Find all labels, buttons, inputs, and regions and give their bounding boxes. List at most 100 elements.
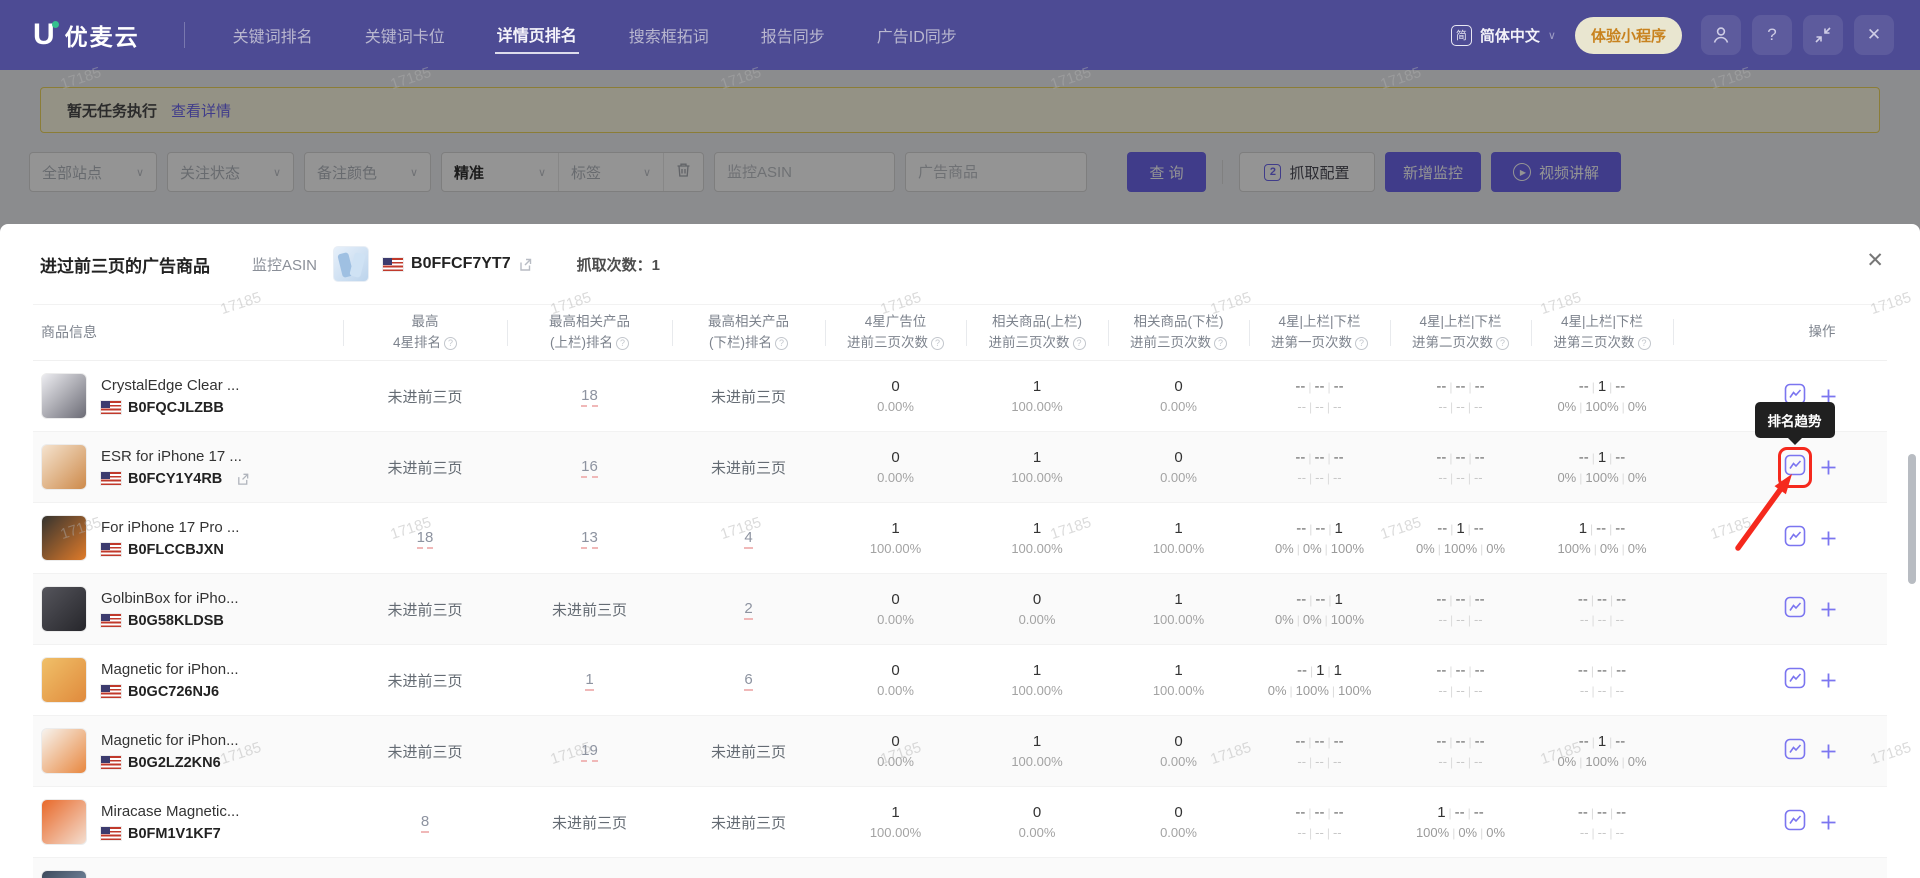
stat-cell: -- | -- | -- -- | -- | -- — [1390, 662, 1531, 698]
count-token: -- — [1436, 378, 1447, 395]
pipe-separator: | — [1309, 471, 1313, 485]
percent-token: 0% — [1557, 470, 1577, 485]
count-token: -- — [1615, 733, 1626, 750]
nav-item-1[interactable]: 关键词排名 — [231, 17, 315, 53]
nav-item-6[interactable]: 广告ID同步 — [875, 17, 959, 53]
rank-link[interactable]: 6 — [744, 671, 753, 691]
info-icon[interactable]: ? — [1214, 336, 1227, 350]
rank-trend-button[interactable]: 排名趋势 — [1754, 401, 1835, 488]
info-icon[interactable]: ? — [931, 336, 944, 350]
rank-trend-button[interactable] — [1784, 809, 1806, 836]
column-header-line1: 4星|上栏|下栏 — [1560, 313, 1644, 329]
count-values: -- | -- | -- — [1390, 449, 1531, 466]
count-token: -- — [1333, 733, 1344, 750]
add-icon[interactable] — [1820, 530, 1837, 547]
count-value: 1 — [1032, 520, 1042, 537]
rank-link[interactable]: 13 — [581, 529, 598, 549]
rank-link[interactable]: 8 — [420, 813, 430, 833]
info-icon[interactable]: ? — [775, 336, 788, 350]
rank-link[interactable]: 2 — [744, 600, 753, 620]
nav-item-4[interactable]: 搜索框拓词 — [627, 17, 711, 53]
nav-item-2[interactable]: 关键词卡位 — [363, 17, 447, 53]
table-row: CrystalEdge Clear ... B0FQCJLZBB 未进前三页 18 未进… — [33, 361, 1887, 432]
info-icon[interactable]: ? — [616, 336, 629, 350]
info-icon[interactable]: ? — [1637, 336, 1651, 350]
pipe-separator: | — [1609, 380, 1613, 394]
nav-item-3[interactable]: 详情页排名 — [494, 16, 579, 54]
rank-link[interactable]: 16 — [581, 458, 598, 478]
add-icon[interactable] — [1820, 672, 1837, 689]
rank-trend-button[interactable] — [1784, 525, 1806, 552]
percent-value: 0.00% — [877, 399, 914, 414]
pipe-separator: | — [1609, 613, 1613, 627]
help-button[interactable]: ? — [1752, 15, 1792, 55]
pipe-separator: | — [1437, 542, 1441, 556]
rank-link[interactable]: 1 — [585, 671, 594, 691]
close-app-button[interactable]: ✕ — [1854, 15, 1894, 55]
stat-cell: 13 — [507, 529, 672, 549]
percent-token: -- — [1297, 754, 1307, 769]
percent-token: 0% — [1302, 612, 1322, 627]
nav-divider — [183, 22, 185, 48]
count-token: -- — [1455, 449, 1466, 466]
external-link-icon[interactable] — [518, 257, 533, 272]
mini-program-button[interactable]: 体验小程序 — [1574, 16, 1682, 54]
rank-link[interactable]: 18 — [581, 387, 598, 407]
external-link-icon[interactable] — [236, 472, 250, 486]
count-token: -- — [1455, 733, 1466, 750]
rank-trend-icon — [1784, 454, 1806, 481]
percent-token: -- — [1597, 825, 1607, 840]
pipe-separator: | — [1324, 613, 1328, 627]
pipe-separator: | — [1327, 806, 1331, 820]
rank-link[interactable]: 18 — [416, 529, 434, 549]
stat-cell: -- | -- | -- -- | -- | -- — [1249, 804, 1390, 840]
scrollbar-thumb[interactable] — [1908, 454, 1916, 584]
percent-values: 0% | 0% | 100% — [1249, 541, 1390, 556]
rank-link[interactable]: 19 — [581, 742, 598, 762]
count-token: -- — [1615, 449, 1626, 466]
rank-trend-button[interactable] — [1784, 596, 1806, 623]
count-token: -- — [1436, 733, 1447, 750]
count-value: 1 — [891, 804, 900, 821]
add-icon[interactable] — [1820, 814, 1837, 831]
nav-item-5[interactable]: 报告同步 — [759, 17, 827, 53]
column-header-line2: 进前三页次数? — [1108, 333, 1249, 354]
info-icon[interactable]: ? — [1072, 336, 1086, 350]
app-name: 优麦云 — [64, 24, 140, 50]
user-button[interactable] — [1701, 15, 1741, 55]
add-icon[interactable] — [1820, 601, 1837, 618]
count-token: -- — [1577, 804, 1588, 821]
percent-values: 0% | 100% | 0% — [1390, 541, 1531, 556]
app-logo[interactable]: U 优麦云 — [33, 18, 140, 52]
info-icon[interactable]: ? — [444, 336, 457, 350]
stat-cell: -- | -- | -- -- | -- | -- — [1390, 733, 1531, 769]
count-value: 0 — [891, 591, 900, 608]
rank-trend-button[interactable] — [1784, 667, 1806, 694]
count-token: 1 — [1597, 733, 1607, 750]
add-icon[interactable] — [1820, 743, 1837, 760]
percent-values: -- | -- | -- — [1249, 754, 1390, 769]
percent-value: 100.00% — [1011, 470, 1063, 485]
product-text: ESR for iPhone 17 ... B0FCY1Y4RB — [101, 448, 250, 487]
info-icon[interactable]: ? — [1355, 336, 1368, 350]
info-icon[interactable]: ? — [1496, 336, 1509, 350]
count-token: 1 — [1578, 520, 1588, 537]
pipe-separator: | — [1590, 664, 1594, 678]
rank-trend-button[interactable] — [1784, 738, 1806, 765]
count-value: 0 — [1174, 733, 1183, 750]
count-token: -- — [1295, 449, 1306, 466]
close-icon[interactable]: ✕ — [1866, 248, 1884, 273]
percent-token: 100% — [1295, 683, 1329, 698]
pipe-separator: | — [1591, 826, 1595, 840]
stat-cell: -- | -- | -- -- | -- | -- — [1531, 804, 1673, 840]
count-values: -- | 1 | -- — [1390, 520, 1531, 537]
percent-token: -- — [1579, 825, 1589, 840]
pipe-separator: | — [1468, 664, 1472, 678]
rank-link[interactable]: 4 — [744, 529, 753, 549]
count-token: -- — [1295, 804, 1306, 821]
percent-value: 0.00% — [877, 683, 914, 698]
collapse-button[interactable] — [1803, 15, 1843, 55]
pipe-separator: | — [1450, 522, 1454, 536]
language-selector[interactable]: 简 简体中文 ∨ — [1450, 24, 1556, 46]
add-icon[interactable] — [1820, 459, 1837, 476]
